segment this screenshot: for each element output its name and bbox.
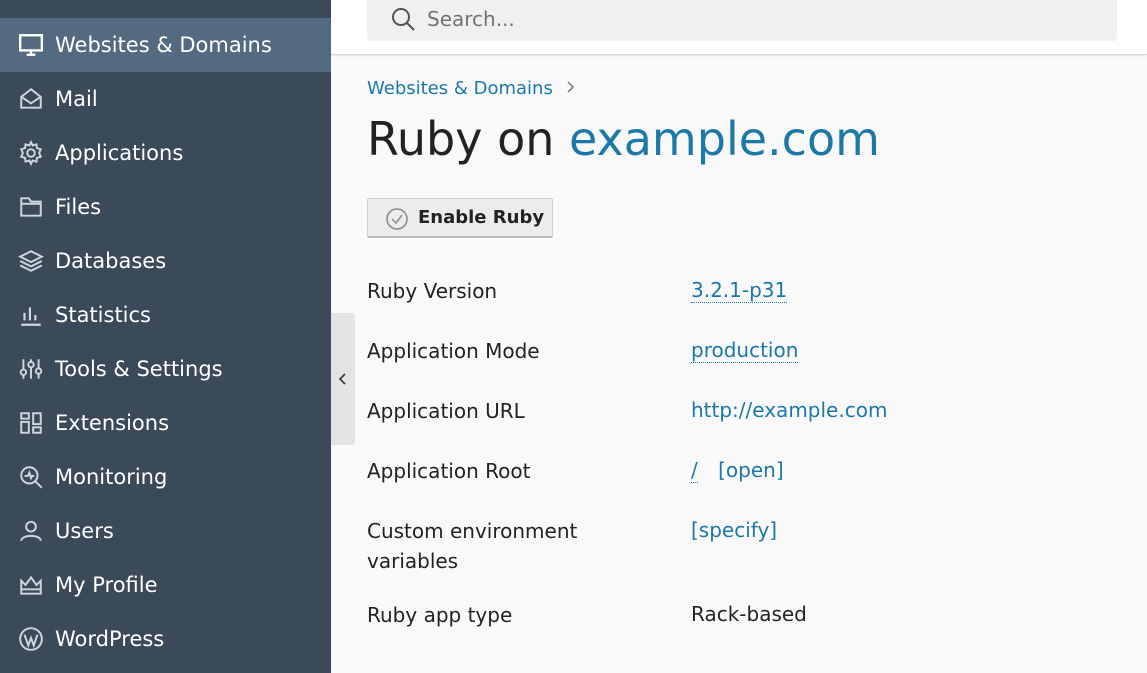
gear-icon: [18, 140, 44, 166]
extensions-icon: [18, 410, 44, 436]
ruby-version-label: Ruby Version: [367, 279, 498, 303]
monitor-icon: [18, 32, 44, 58]
enable-ruby-button[interactable]: Enable Ruby: [367, 198, 553, 238]
app-url-label: Application URL: [367, 399, 525, 423]
sidebar-item-label: Monitoring: [55, 465, 168, 489]
sidebar-item-label: Databases: [55, 249, 167, 273]
ruby-version-link[interactable]: 3.2.1-p31: [691, 278, 788, 303]
sidebar-collapse-handle[interactable]: [331, 313, 355, 445]
enable-ruby-label: Enable Ruby: [418, 207, 545, 228]
chevron-left-icon: [338, 373, 346, 385]
sidebar-item-extensions[interactable]: Extensions: [0, 396, 331, 450]
sidebar-item-label: Mail: [55, 87, 98, 111]
app-mode-link[interactable]: production: [691, 338, 799, 363]
chevron-right-icon: [565, 79, 575, 98]
sidebar-item-label: WordPress: [55, 627, 165, 651]
sidebar-item-monitoring[interactable]: Monitoring: [0, 450, 331, 504]
app-root-open-link[interactable]: [open]: [718, 458, 784, 482]
breadcrumb: Websites & Domains: [367, 78, 575, 99]
app-root-link[interactable]: /: [691, 458, 698, 483]
app-type-value: Rack-based: [691, 602, 807, 626]
sidebar-item-label: My Profile: [55, 573, 158, 597]
page-title-prefix: Ruby on: [367, 112, 555, 166]
sidebar-item-label: Users: [55, 519, 114, 543]
sidebar-item-label: Files: [55, 195, 102, 219]
search-box: [367, 0, 1117, 41]
monitoring-icon: [18, 464, 44, 490]
sidebar-item-databases[interactable]: Databases: [0, 234, 331, 288]
sidebar-item-websites-domains[interactable]: Websites & Domains: [0, 18, 331, 72]
sidebar-item-label: Statistics: [55, 303, 151, 327]
sidebar-item-statistics[interactable]: Statistics: [0, 288, 331, 342]
app-url-link[interactable]: http://example.com: [691, 398, 887, 422]
folder-icon: [18, 194, 44, 220]
sidebar: Websites & Domains Mail Applications Fil…: [0, 0, 331, 673]
crown-icon: [18, 572, 44, 598]
domain-link[interactable]: example.com: [569, 112, 880, 166]
env-vars-label: Custom environment variables: [367, 519, 578, 573]
search-input[interactable]: [427, 0, 1087, 38]
database-layers-icon: [18, 248, 44, 274]
sidebar-item-my-profile[interactable]: My Profile: [0, 558, 331, 612]
sliders-icon: [18, 356, 44, 382]
sidebar-item-label: Extensions: [55, 411, 170, 435]
sidebar-item-label: Tools & Settings: [55, 357, 223, 381]
sidebar-item-tools-settings[interactable]: Tools & Settings: [0, 342, 331, 396]
sidebar-item-label: Applications: [55, 141, 184, 165]
check-circle-icon: [386, 208, 408, 230]
sidebar-item-label: Websites & Domains: [55, 33, 272, 57]
sidebar-item-applications[interactable]: Applications: [0, 126, 331, 180]
mail-icon: [18, 86, 44, 112]
sidebar-item-mail[interactable]: Mail: [0, 72, 331, 126]
app-mode-label: Application Mode: [367, 339, 540, 363]
bar-chart-icon: [18, 302, 44, 328]
app-root-label: Application Root: [367, 459, 531, 483]
page-title: Ruby on example.com: [367, 112, 880, 166]
sidebar-item-files[interactable]: Files: [0, 180, 331, 234]
sidebar-item-wordpress[interactable]: WordPress: [0, 612, 331, 666]
top-bar: [331, 0, 1147, 55]
search-icon[interactable]: [389, 5, 417, 33]
user-icon: [18, 518, 44, 544]
breadcrumb-websites-domains[interactable]: Websites & Domains: [367, 78, 553, 99]
sidebar-item-users[interactable]: Users: [0, 504, 331, 558]
wordpress-icon: [18, 626, 44, 652]
env-vars-specify-link[interactable]: [specify]: [691, 518, 777, 542]
app-type-label: Ruby app type: [367, 603, 513, 627]
